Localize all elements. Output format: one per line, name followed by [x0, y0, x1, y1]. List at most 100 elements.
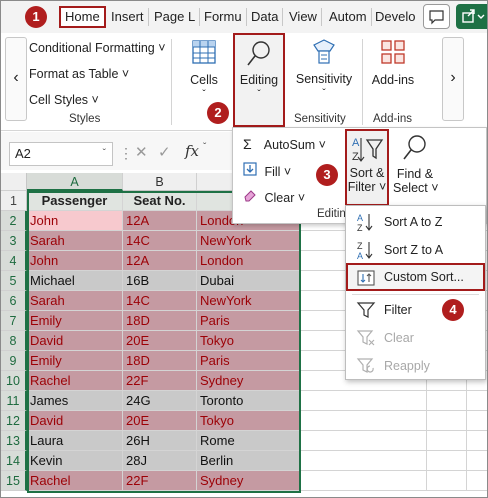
seat-cell[interactable]: 26H [123, 431, 197, 451]
share-button[interactable] [456, 4, 487, 29]
destination-cell[interactable]: Dubai [197, 271, 301, 291]
destination-cell[interactable]: Sydney [197, 371, 301, 391]
clear-filter-item[interactable]: Clear [346, 324, 485, 352]
empty-cell[interactable] [467, 391, 487, 411]
empty-cell[interactable] [427, 411, 467, 431]
passenger-cell[interactable]: Emily [27, 311, 123, 331]
find-select-button[interactable]: Find & Select ˅ [393, 132, 439, 195]
row-header[interactable]: 15 [1, 471, 27, 491]
row-header[interactable]: 4 [1, 251, 27, 271]
seat-cell[interactable]: 18D [123, 351, 197, 371]
passenger-cell[interactable]: Emily [27, 351, 123, 371]
add-ins-button[interactable]: Add-ins [367, 37, 419, 97]
autosum-button[interactable]: Σ AutoSum ˅ [243, 136, 326, 152]
passenger-cell[interactable]: David [27, 331, 123, 351]
empty-cell[interactable] [467, 431, 487, 451]
passenger-cell[interactable]: Michael [27, 271, 123, 291]
passenger-cell[interactable]: David [27, 411, 123, 431]
destination-cell[interactable]: Tokyo [197, 411, 301, 431]
passenger-cell[interactable]: Kevin [27, 451, 123, 471]
conditional-formatting-button[interactable]: Conditional Formatting ˅ [29, 41, 166, 55]
column-header-a[interactable]: A [27, 173, 123, 191]
passenger-cell[interactable]: Laura [27, 431, 123, 451]
destination-cell[interactable]: Tokyo [197, 331, 301, 351]
seat-cell[interactable]: 22F [123, 371, 197, 391]
destination-cell[interactable]: Paris [197, 311, 301, 331]
destination-cell[interactable]: Berlin [197, 451, 301, 471]
tab-developer[interactable]: Develo [371, 8, 419, 26]
empty-cell[interactable] [427, 431, 467, 451]
tab-automate[interactable]: Autom [325, 8, 372, 26]
clear-button[interactable]: Clear ˅ [243, 188, 305, 205]
empty-cell[interactable] [301, 391, 427, 411]
destination-cell[interactable]: NewYork [197, 291, 301, 311]
column-header-b[interactable]: B [123, 173, 197, 191]
passenger-cell[interactable]: John [27, 251, 123, 271]
sort-filter-button[interactable]: A Z Sort & Filter ˅ [345, 129, 389, 206]
row-header[interactable]: 1 [1, 191, 27, 211]
seat-cell[interactable]: 12A [123, 251, 197, 271]
sensitivity-button[interactable]: Sensitivity ˇ [293, 37, 355, 111]
empty-cell[interactable] [301, 471, 427, 491]
seat-cell[interactable]: 18D [123, 311, 197, 331]
cells-button[interactable]: Cells ˇ [183, 37, 225, 107]
empty-cell[interactable] [427, 391, 467, 411]
row-header[interactable]: 8 [1, 331, 27, 351]
table-header-cell[interactable]: Passenger [27, 191, 123, 211]
seat-cell[interactable]: 16B [123, 271, 197, 291]
format-as-table-button[interactable]: Format as Table ˅ [29, 67, 129, 81]
tab-data[interactable]: Data [247, 8, 284, 26]
empty-cell[interactable] [301, 411, 427, 431]
enter-icon[interactable]: ✓ [158, 143, 171, 161]
ribbon-scroll-left-button[interactable]: ‹ [5, 37, 27, 121]
destination-cell[interactable]: Toronto [197, 391, 301, 411]
row-header[interactable]: 5 [1, 271, 27, 291]
sort-z-to-a-item[interactable]: Z A Sort Z to A [346, 236, 485, 264]
seat-cell[interactable]: 20E [123, 411, 197, 431]
tab-insert[interactable]: Insert [107, 8, 149, 26]
editing-button[interactable]: Editing ˇ [233, 33, 285, 127]
tab-formulas[interactable]: Formu [200, 8, 247, 26]
tab-view[interactable]: View [285, 8, 322, 26]
seat-cell[interactable]: 22F [123, 471, 197, 491]
table-header-cell[interactable]: Seat No. [123, 191, 197, 211]
destination-cell[interactable]: Rome [197, 431, 301, 451]
empty-cell[interactable] [427, 471, 467, 491]
seat-cell[interactable]: 12A [123, 211, 197, 231]
custom-sort-item[interactable]: Custom Sort... [346, 263, 485, 291]
row-header[interactable]: 7 [1, 311, 27, 331]
filter-item[interactable]: Filter [346, 296, 485, 324]
cancel-icon[interactable]: ✕ [135, 143, 148, 161]
empty-cell[interactable] [301, 431, 427, 451]
sort-a-to-z-item[interactable]: A Z Sort A to Z [346, 208, 485, 236]
seat-cell[interactable]: 28J [123, 451, 197, 471]
row-header[interactable]: 3 [1, 231, 27, 251]
passenger-cell[interactable]: James [27, 391, 123, 411]
seat-cell[interactable]: 14C [123, 231, 197, 251]
seat-cell[interactable]: 24G [123, 391, 197, 411]
tab-page-layout[interactable]: Page L [150, 8, 201, 26]
ribbon-scroll-right-button[interactable]: › [442, 37, 464, 121]
select-all-corner[interactable] [1, 173, 27, 191]
empty-cell[interactable] [427, 451, 467, 471]
seat-cell[interactable]: 14C [123, 291, 197, 311]
row-header[interactable]: 6 [1, 291, 27, 311]
tab-home[interactable]: Home [59, 6, 106, 28]
passenger-cell[interactable]: Rachel [27, 371, 123, 391]
row-header[interactable]: 2 [1, 211, 27, 231]
row-header[interactable]: 13 [1, 431, 27, 451]
seat-cell[interactable]: 20E [123, 331, 197, 351]
cell-styles-button[interactable]: Cell Styles ˅ [29, 93, 99, 107]
empty-cell[interactable] [467, 411, 487, 431]
destination-cell[interactable]: Sydney [197, 471, 301, 491]
empty-cell[interactable] [301, 451, 427, 471]
passenger-cell[interactable]: Sarah [27, 291, 123, 311]
passenger-cell[interactable]: Sarah [27, 231, 123, 251]
destination-cell[interactable]: NewYork [197, 231, 301, 251]
row-header[interactable]: 14 [1, 451, 27, 471]
comments-button[interactable] [423, 4, 450, 29]
row-header[interactable]: 10 [1, 371, 27, 391]
row-header[interactable]: 12 [1, 411, 27, 431]
passenger-cell[interactable]: John [27, 211, 123, 231]
destination-cell[interactable]: Paris [197, 351, 301, 371]
